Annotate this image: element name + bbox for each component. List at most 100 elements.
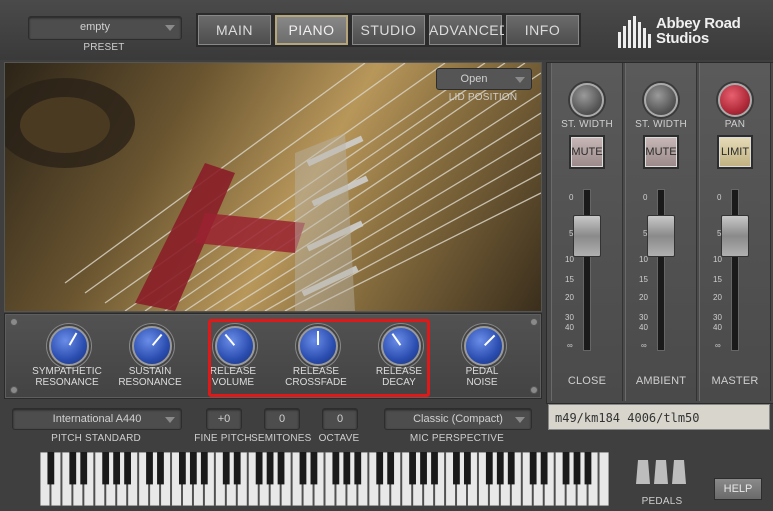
mic-perspective-label: MIC PERSPECTIVE xyxy=(409,433,505,444)
pedal-noise-knob[interactable] xyxy=(464,326,504,366)
black-key[interactable] xyxy=(485,452,493,485)
tab-studio[interactable]: STUDIO xyxy=(350,13,427,47)
black-key[interactable] xyxy=(343,452,351,485)
screw-icon xyxy=(10,318,18,326)
pedals-icon xyxy=(632,458,692,486)
black-key[interactable] xyxy=(496,452,504,485)
limit-button[interactable]: LIMIT xyxy=(717,135,753,169)
mic-perspective-dropdown[interactable]: Classic (Compact) xyxy=(384,408,532,430)
black-key[interactable] xyxy=(387,452,395,485)
close-fader-track xyxy=(583,189,591,351)
black-key[interactable] xyxy=(102,452,110,485)
screw-icon xyxy=(530,318,538,326)
mixer-strip-master: PAN LIMIT MASTER xyxy=(699,63,771,401)
ambient-strip-label: AMBIENT xyxy=(635,375,687,387)
black-key[interactable] xyxy=(540,452,548,485)
black-key[interactable] xyxy=(310,452,318,485)
scale-tick: 5 xyxy=(569,229,574,238)
black-key[interactable] xyxy=(409,452,416,485)
black-key[interactable] xyxy=(507,452,515,485)
black-key[interactable] xyxy=(69,452,77,485)
help-button[interactable]: HELP xyxy=(714,478,762,500)
piano-keyboard[interactable] xyxy=(39,451,610,507)
scale-tick: 15 xyxy=(713,275,722,284)
black-key[interactable] xyxy=(562,452,570,485)
pedal-noise-label: PEDAL NOISE xyxy=(465,366,499,388)
scale-tick: ∞ xyxy=(567,341,573,350)
release-controls-highlight xyxy=(208,319,430,397)
black-key[interactable] xyxy=(157,452,164,485)
pan-knob[interactable] xyxy=(718,83,752,117)
black-key[interactable] xyxy=(47,452,55,485)
black-key[interactable] xyxy=(222,452,230,485)
tab-piano[interactable]: PIANO xyxy=(273,13,350,47)
octave-field[interactable]: 0 xyxy=(322,408,358,430)
preset-value: empty xyxy=(80,21,110,33)
black-key[interactable] xyxy=(376,452,384,485)
preset-dropdown[interactable]: empty xyxy=(28,16,182,40)
master-strip-label: MASTER xyxy=(711,375,759,387)
scale-tick: 15 xyxy=(565,275,574,284)
master-fader[interactable] xyxy=(721,215,749,257)
scale-tick: 40 xyxy=(639,323,648,332)
sustain-resonance-label: SUSTAIN RESONANCE xyxy=(118,366,182,388)
scale-tick: 30 xyxy=(565,313,574,322)
preset-label: PRESET xyxy=(83,42,125,53)
black-key[interactable] xyxy=(255,452,263,485)
black-key[interactable] xyxy=(354,452,362,485)
pitch-standard-value: International A440 xyxy=(52,413,142,425)
scale-tick: 10 xyxy=(565,255,574,264)
white-key[interactable] xyxy=(598,451,610,507)
abbey-road-logo: Abbey Road Studios xyxy=(618,16,748,48)
close-width-knob[interactable] xyxy=(570,83,604,117)
scale-tick: 30 xyxy=(713,313,722,322)
black-key[interactable] xyxy=(266,452,274,485)
ambient-width-knob[interactable] xyxy=(644,83,678,117)
scale-tick: 0 xyxy=(569,193,574,202)
black-key[interactable] xyxy=(124,452,131,485)
fine-pitch-field[interactable]: +0 xyxy=(206,408,242,430)
black-key[interactable] xyxy=(189,452,197,485)
black-key[interactable] xyxy=(463,452,471,485)
close-fader[interactable] xyxy=(573,215,601,257)
ambient-mute-button[interactable]: MUTE xyxy=(643,135,679,169)
scale-tick: 10 xyxy=(639,255,648,264)
piano-keys[interactable] xyxy=(39,451,610,507)
black-key[interactable] xyxy=(573,452,581,485)
mixer-panel: ST. WIDTH MUTE CLOSE ST. WIDTH MUTE AMBI… xyxy=(546,62,773,404)
scale-tick: 0 xyxy=(717,193,722,202)
pitch-standard-dropdown[interactable]: International A440 xyxy=(12,408,182,430)
pedals-label: PEDALS xyxy=(641,496,683,507)
semitones-field[interactable]: 0 xyxy=(264,408,300,430)
black-key[interactable] xyxy=(113,452,121,485)
screw-icon xyxy=(10,386,18,394)
black-key[interactable] xyxy=(277,452,285,485)
logo-bars-icon xyxy=(618,16,651,48)
black-key[interactable] xyxy=(431,452,438,485)
scale-tick: ∞ xyxy=(641,341,647,350)
mixer-strip-ambient: ST. WIDTH MUTE AMBIENT xyxy=(625,63,697,401)
black-key[interactable] xyxy=(529,452,537,485)
black-key[interactable] xyxy=(299,452,307,485)
black-key[interactable] xyxy=(420,452,427,485)
black-key[interactable] xyxy=(146,452,153,485)
black-key[interactable] xyxy=(233,452,241,485)
mic-perspective-value: Classic (Compact) xyxy=(413,413,503,425)
tab-info[interactable]: INFO xyxy=(504,13,581,47)
black-key[interactable] xyxy=(453,452,460,485)
sympathetic-resonance-knob[interactable] xyxy=(49,326,89,366)
tab-main[interactable]: MAIN xyxy=(196,13,273,47)
sustain-resonance-knob[interactable] xyxy=(132,326,172,366)
black-key[interactable] xyxy=(584,452,592,485)
black-key[interactable] xyxy=(200,452,208,485)
close-mute-button[interactable]: MUTE xyxy=(569,135,605,169)
chevron-down-icon xyxy=(515,417,525,423)
pitch-standard-label: PITCH STANDARD xyxy=(51,433,141,444)
lid-position-dropdown[interactable]: Open xyxy=(436,68,532,90)
black-key[interactable] xyxy=(178,452,186,485)
tab-advanced[interactable]: ADVANCED xyxy=(427,13,509,47)
ambient-fader[interactable] xyxy=(647,215,675,257)
black-key[interactable] xyxy=(332,452,340,485)
screw-icon xyxy=(530,386,538,394)
black-key[interactable] xyxy=(80,452,88,485)
